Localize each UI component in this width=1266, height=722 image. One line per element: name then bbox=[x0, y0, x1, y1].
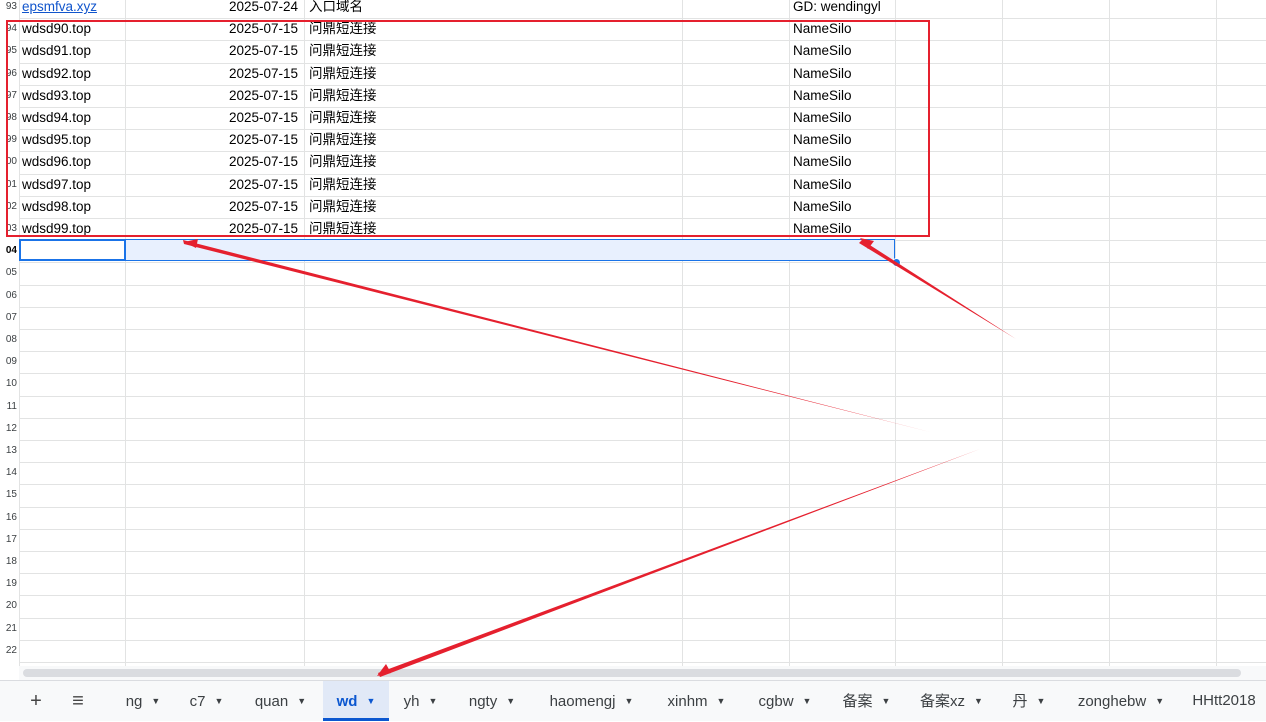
dropdown-caret-icon[interactable]: ▼ bbox=[1155, 696, 1164, 706]
row-number[interactable]: 19 bbox=[0, 573, 17, 595]
row-divider bbox=[19, 329, 1266, 330]
sheet-tab-label: 备案 bbox=[842, 693, 873, 710]
row-divider bbox=[19, 373, 1266, 374]
row-number[interactable]: 04 bbox=[0, 240, 17, 262]
row-divider bbox=[19, 507, 1266, 508]
sheet-tab-label: quan bbox=[254, 693, 289, 710]
sheet-tab-label: 丹 bbox=[1012, 693, 1028, 710]
dropdown-caret-icon[interactable]: ▼ bbox=[974, 696, 983, 706]
sheet-tab[interactable]: 丹 ▼ bbox=[998, 681, 1060, 721]
row-divider bbox=[19, 662, 1266, 663]
horizontal-scrollbar[interactable] bbox=[19, 666, 1266, 680]
sheet-tab[interactable]: zonghebw ▼ bbox=[1060, 681, 1182, 721]
sheet-tab-label: yh bbox=[403, 693, 420, 710]
fill-handle[interactable] bbox=[892, 258, 901, 267]
row-number[interactable]: 12 bbox=[0, 418, 17, 440]
row-number[interactable]: 93 bbox=[0, 0, 17, 18]
dropdown-caret-icon[interactable]: ▼ bbox=[151, 696, 160, 706]
row-number[interactable]: 14 bbox=[0, 462, 17, 484]
row-divider bbox=[19, 462, 1266, 463]
sheet-tab[interactable]: ng ▼ bbox=[111, 681, 175, 721]
active-cell[interactable] bbox=[19, 239, 126, 261]
sheet-tab-label: c7 bbox=[189, 693, 206, 710]
column-divider bbox=[1002, 0, 1003, 666]
row-divider bbox=[19, 396, 1266, 397]
sheet-tab-label: 备案xz bbox=[920, 693, 966, 710]
row-divider bbox=[19, 418, 1266, 419]
sheet-tab-label: ng bbox=[125, 693, 143, 710]
sheet-tab-label: HHtt2018 bbox=[1192, 692, 1256, 709]
row-number[interactable]: 20 bbox=[0, 595, 17, 617]
selected-row-highlight bbox=[19, 239, 895, 261]
all-sheets-menu-icon[interactable]: ≡ bbox=[64, 681, 92, 721]
sheet-tab-label: haomengj bbox=[549, 693, 616, 710]
row-number[interactable]: 05 bbox=[0, 262, 17, 284]
dropdown-caret-icon[interactable]: ▼ bbox=[366, 696, 375, 706]
row-number[interactable]: 08 bbox=[0, 329, 17, 351]
dropdown-caret-icon[interactable]: ▼ bbox=[506, 696, 515, 706]
sheet-tab-label: zonghebw bbox=[1077, 693, 1147, 710]
scrollbar-thumb[interactable] bbox=[23, 669, 1241, 677]
sheet-tab-label: ngty bbox=[468, 693, 498, 710]
column-divider bbox=[1216, 0, 1217, 666]
row-divider bbox=[19, 440, 1266, 441]
add-sheet-button[interactable]: + bbox=[22, 681, 50, 721]
sheet-tab[interactable]: haomengj ▼ bbox=[532, 681, 651, 721]
registrar-cell[interactable]: GD: wendingyl bbox=[793, 0, 881, 18]
dropdown-caret-icon[interactable]: ▼ bbox=[1037, 696, 1046, 706]
sheet-tab[interactable]: quan ▼ bbox=[238, 681, 323, 721]
sheet-tab-label: wd bbox=[336, 693, 358, 710]
row-divider bbox=[19, 285, 1266, 286]
sheet-tab[interactable]: wd ▼ bbox=[323, 681, 389, 721]
row-number[interactable]: 22 bbox=[0, 640, 17, 662]
row-divider bbox=[19, 573, 1266, 574]
sheet-tab[interactable]: xinhm ▼ bbox=[651, 681, 742, 721]
description-cell[interactable]: 入口域名 bbox=[309, 0, 363, 18]
sheet-tab[interactable]: yh ▼ bbox=[389, 681, 452, 721]
row-number[interactable]: 07 bbox=[0, 307, 17, 329]
row-divider bbox=[19, 618, 1266, 619]
row-number[interactable]: 15 bbox=[0, 484, 17, 506]
row-divider bbox=[19, 484, 1266, 485]
row-divider bbox=[19, 18, 1266, 19]
row-number[interactable]: 06 bbox=[0, 285, 17, 307]
dropdown-caret-icon[interactable]: ▼ bbox=[882, 696, 891, 706]
sheet-tab-bar: + ≡ ng ▼ c7 ▼ quan ▼ wd ▼ yh ▼ ngty ▼ haomengj ▼ xinhm… bbox=[0, 680, 1266, 721]
row-divider bbox=[19, 307, 1266, 308]
sheet-tab[interactable]: c7 ▼ bbox=[175, 681, 238, 721]
sheet-tab[interactable]: cgbw ▼ bbox=[742, 681, 828, 721]
annotation-highlight-box bbox=[6, 20, 930, 237]
sheet-tab[interactable]: 备案 ▼ bbox=[828, 681, 905, 721]
sheet-tab[interactable]: 备案xz ▼ bbox=[905, 681, 998, 721]
spreadsheet-grid[interactable]: 93 94 95 96 97 98 99 00 01 02 03 04 05 06 07 08 09 10 11 12… bbox=[0, 0, 1266, 666]
row-divider bbox=[19, 351, 1266, 352]
column-divider bbox=[1109, 0, 1110, 666]
row-divider bbox=[19, 640, 1266, 641]
row-number[interactable]: 17 bbox=[0, 529, 17, 551]
row-number[interactable]: 18 bbox=[0, 551, 17, 573]
date-cell[interactable]: 2025-07-24 bbox=[229, 0, 298, 18]
sheet-tab[interactable]: HHtt2018 bbox=[1182, 681, 1266, 721]
row-number[interactable]: 09 bbox=[0, 351, 17, 373]
row-number[interactable]: 21 bbox=[0, 618, 17, 640]
row-divider bbox=[19, 551, 1266, 552]
row-divider bbox=[19, 595, 1266, 596]
row-number[interactable]: 16 bbox=[0, 507, 17, 529]
row-number[interactable]: 11 bbox=[0, 396, 17, 418]
dropdown-caret-icon[interactable]: ▼ bbox=[717, 696, 726, 706]
dropdown-caret-icon[interactable]: ▼ bbox=[803, 696, 812, 706]
dropdown-caret-icon[interactable]: ▼ bbox=[297, 696, 306, 706]
dropdown-caret-icon[interactable]: ▼ bbox=[624, 696, 633, 706]
domain-cell[interactable]: epsmfva.xyz bbox=[22, 0, 97, 18]
row-number[interactable]: 13 bbox=[0, 440, 17, 462]
row-divider bbox=[19, 262, 1266, 263]
dropdown-caret-icon[interactable]: ▼ bbox=[428, 696, 437, 706]
dropdown-caret-icon[interactable]: ▼ bbox=[214, 696, 223, 706]
row-number[interactable]: 10 bbox=[0, 373, 17, 395]
sheet-tab-label: cgbw bbox=[758, 693, 794, 710]
sheet-tab-label: xinhm bbox=[667, 693, 708, 710]
row-divider bbox=[19, 529, 1266, 530]
sheet-tab[interactable]: ngty ▼ bbox=[452, 681, 532, 721]
